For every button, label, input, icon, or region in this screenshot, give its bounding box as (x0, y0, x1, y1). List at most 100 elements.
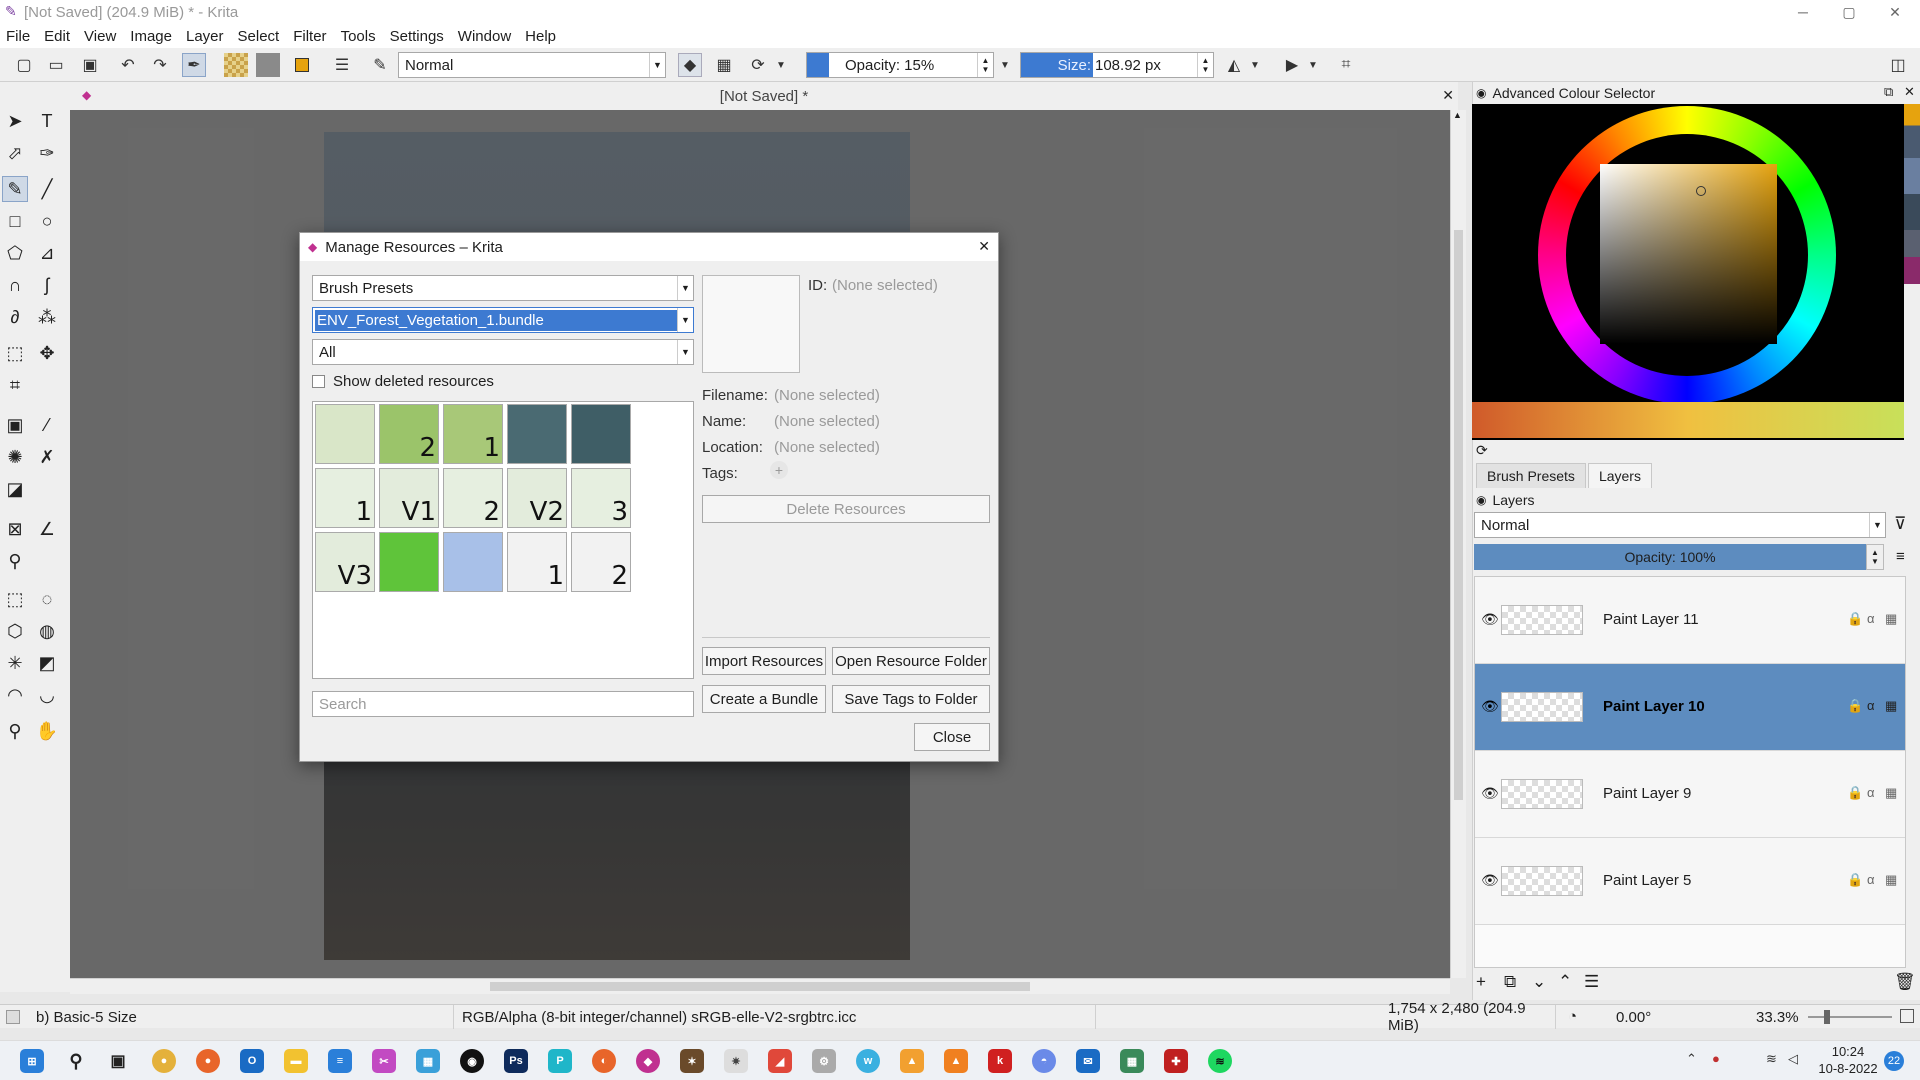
resource-item[interactable] (571, 404, 631, 464)
spotify-icon[interactable]: ≋ (1208, 1049, 1232, 1073)
spinbox-arrows-icon[interactable]: ▲ ▼ (1197, 53, 1213, 77)
design-app-icon[interactable]: ◐ (592, 1049, 616, 1073)
layer-row[interactable]: 👁 Paint Layer 5 🔒 α ▦ (1475, 838, 1905, 925)
select-shapes-icon[interactable]: ➤ (2, 108, 28, 134)
brush-preset-icon[interactable]: ✎ (368, 53, 392, 77)
menu-settings[interactable]: Settings (390, 28, 444, 45)
scroll-thumb[interactable] (1454, 230, 1463, 800)
menu-view[interactable]: View (84, 28, 116, 45)
alpha-lock-icon[interactable]: α (1867, 785, 1875, 800)
visibility-eye-icon[interactable]: 👁 (1481, 785, 1499, 802)
layer-row[interactable]: 👁 Paint Layer 11 🔒 α ▦ (1475, 577, 1905, 664)
open-document-icon[interactable]: ▭ (44, 53, 68, 77)
inherit-alpha-icon[interactable]: ▦ (1885, 611, 1897, 627)
alpha-lock-icon[interactable]: α (1867, 698, 1875, 713)
chevron-down-icon[interactable]: ▼ (1306, 53, 1320, 77)
panel-layout-icon[interactable]: ◫ (1886, 53, 1910, 77)
zoom-slider[interactable] (1808, 1016, 1892, 1018)
close-button[interactable]: Close (914, 723, 990, 751)
visibility-eye-icon[interactable]: 👁 (1481, 698, 1499, 715)
gradient-tool-icon[interactable]: ▣ (2, 412, 28, 438)
menu-tools[interactable]: Tools (341, 28, 376, 45)
rect-select-icon[interactable]: ⬚ (2, 586, 28, 612)
notification-badge[interactable]: 22 (1884, 1051, 1904, 1071)
tab-layers[interactable]: Layers (1587, 463, 1652, 488)
reference-tool-icon[interactable]: ⚲ (2, 548, 28, 574)
task-view-icon[interactable]: ▣ (106, 1049, 130, 1073)
refresh-icon[interactable]: ⟳ (1476, 442, 1488, 459)
snip-icon[interactable]: ✂ (372, 1049, 396, 1073)
mirror-vertical-icon[interactable]: ▶ (1280, 53, 1304, 77)
photos-icon[interactable]: ▦ (416, 1049, 440, 1073)
kobo-icon[interactable]: k (988, 1049, 1012, 1073)
tray-app-icon[interactable]: ● (1712, 1051, 1720, 1066)
bezier-select-icon[interactable]: ◠ (2, 682, 28, 708)
w-app-icon[interactable]: w (856, 1049, 880, 1073)
discord-icon[interactable]: ◓ (1032, 1049, 1056, 1073)
pattern-icon[interactable] (224, 53, 248, 77)
tag-filter-select[interactable]: All ▼ (312, 339, 694, 365)
magic-wand-icon[interactable]: ✳ (2, 650, 28, 676)
duplicate-layer-icon[interactable]: ⧉ (1504, 972, 1516, 992)
dynamic-brush-icon[interactable]: ∂ (2, 304, 28, 330)
maximize-button[interactable]: ▢ (1826, 0, 1872, 24)
resource-item[interactable]: 1 (507, 532, 567, 592)
crop-tool-icon[interactable]: ⌗ (2, 372, 28, 398)
zoom-slider-handle[interactable] (1824, 1010, 1830, 1024)
polygon-tool-icon[interactable]: ⬠ (2, 240, 28, 266)
similar-select-icon[interactable]: ◩ (34, 650, 60, 676)
menu-layer[interactable]: Layer (186, 28, 224, 45)
open-resource-folder-button[interactable]: Open Resource Folder (832, 647, 990, 675)
chevron-down-icon[interactable]: ▼ (1248, 53, 1262, 77)
visibility-eye-icon[interactable]: 👁 (1481, 872, 1499, 889)
create-bundle-button[interactable]: Create a Bundle (702, 685, 826, 713)
zoom-tool-icon[interactable]: ⚲ (2, 718, 28, 744)
close-dialog-icon[interactable]: ✕ (978, 238, 990, 255)
fg-bg-color-icon[interactable] (290, 53, 314, 77)
size-slider[interactable]: Size: 108.92 px ▲ ▼ (1020, 52, 1214, 78)
storage-select[interactable]: ENV_Forest_Vegetation_1.bundle ▼ (312, 307, 694, 333)
measure-tool-icon[interactable]: ∠ (34, 516, 60, 542)
eraser-app-icon[interactable]: ◢ (768, 1049, 792, 1073)
resource-item[interactable]: 2 (571, 532, 631, 592)
undo-icon[interactable]: ↶ (116, 53, 140, 77)
krita-taskbar-icon[interactable]: ◆ (636, 1049, 660, 1073)
menu-help[interactable]: Help (525, 28, 556, 45)
inherit-alpha-icon[interactable]: ▦ (1885, 785, 1897, 801)
ellipse-tool-icon[interactable]: ○ (34, 208, 60, 234)
mirror-horizontal-icon[interactable]: ◭ (1222, 53, 1246, 77)
filter-icon[interactable]: ⊽ (1894, 514, 1906, 534)
new-document-icon[interactable]: ▢ (12, 53, 36, 77)
saturation-value-square[interactable] (1600, 164, 1777, 344)
layer-properties-icon[interactable]: ☰ (1584, 972, 1599, 992)
resource-item[interactable]: V2 (507, 468, 567, 528)
layer-opacity-slider[interactable]: Opacity: 100% (1474, 544, 1866, 570)
layer-blend-select[interactable]: Normal ▼ (1474, 512, 1886, 538)
lock-icon[interactable]: 🔒 (1847, 698, 1863, 714)
resource-item[interactable]: 2 (443, 468, 503, 528)
bezier-tool-icon[interactable]: ∩ (2, 272, 28, 298)
start-icon[interactable]: ⊞ (20, 1049, 44, 1073)
canvas-only-icon[interactable] (1900, 1009, 1914, 1023)
lock-icon[interactable]: 🔒 (1847, 785, 1863, 801)
move-down-icon[interactable]: ⌄ (1532, 972, 1546, 992)
magnetic-select-icon[interactable]: ◡ (34, 682, 60, 708)
notes-icon[interactable]: ≡ (328, 1049, 352, 1073)
layer-row[interactable]: 👁 Paint Layer 10 🔒 α ▦ (1475, 664, 1905, 751)
resource-item[interactable]: 3 (571, 468, 631, 528)
menu-select[interactable]: Select (238, 28, 280, 45)
workspace-icon[interactable]: ☰ (330, 53, 354, 77)
colour-history-bars[interactable] (1472, 402, 1904, 438)
puzzle-app-icon[interactable]: ✚ (1164, 1049, 1188, 1073)
scroll-thumb[interactable] (490, 982, 1030, 991)
volume-icon[interactable]: ◁ (1788, 1051, 1798, 1067)
minimize-button[interactable]: ─ (1780, 0, 1826, 24)
lock-docker-icon[interactable]: ◉ (1476, 493, 1486, 507)
show-deleted-checkbox[interactable] (312, 375, 325, 388)
folder-app-icon[interactable]: ▲ (900, 1049, 924, 1073)
colorize-mask-icon[interactable]: ✺ (2, 444, 28, 470)
redo-icon[interactable]: ↷ (148, 53, 172, 77)
close-window-button[interactable]: ✕ (1872, 0, 1918, 24)
gradient-icon[interactable] (256, 53, 280, 77)
resource-item[interactable] (315, 404, 375, 464)
